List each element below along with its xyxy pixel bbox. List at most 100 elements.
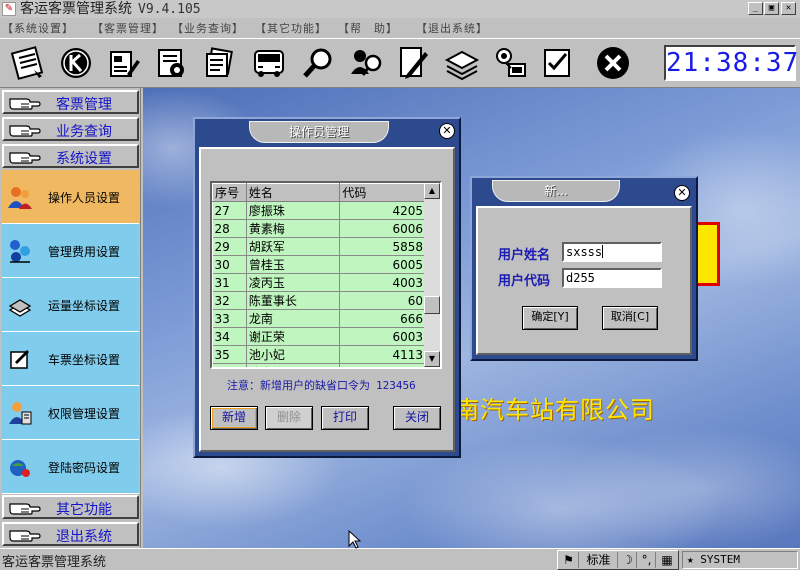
cell-code[interactable]: 4205 <box>339 201 426 220</box>
table-scrollbar[interactable]: ▲ ▼ <box>424 183 440 367</box>
cell-no[interactable]: 34 <box>212 327 247 346</box>
cell-no[interactable]: 27 <box>212 201 247 220</box>
username-input[interactable]: sxsss <box>562 242 662 262</box>
nav-system-settings[interactable]: 系统设置 <box>2 144 139 168</box>
nav-exit-system[interactable]: 退出系统 <box>2 522 139 546</box>
ticket-sale-icon[interactable] <box>10 44 48 82</box>
column-header-code[interactable]: 代码 <box>339 183 426 202</box>
cell-code[interactable]: 666 <box>339 309 426 328</box>
column-header-no[interactable]: 序号 <box>212 183 247 202</box>
cell-code[interactable]: 6006 <box>339 219 426 238</box>
table-row[interactable]: 35 池小妃 4113 <box>212 345 426 364</box>
close-icon[interactable]: ✕ <box>439 123 455 139</box>
nav-business-query[interactable]: 业务查询 <box>2 117 139 141</box>
close-icon[interactable]: ✕ <box>674 185 690 201</box>
cell-name[interactable]: 龙南 <box>246 309 341 328</box>
subnav-volume-coord-settings[interactable]: 运量坐标设置 <box>2 278 139 332</box>
cell-code[interactable]: 60 <box>339 291 426 310</box>
user-search-icon[interactable] <box>347 44 385 82</box>
bus-icon[interactable] <box>250 44 288 82</box>
ime-logo-icon[interactable]: ⚑ <box>559 552 579 568</box>
operator-table[interactable]: 序号 姓名 代码 27 廖振珠 4205 28 黄素梅 6006 29 胡跃军 5858 30 曾桂… <box>210 181 442 369</box>
minimize-button[interactable]: _ <box>748 2 763 15</box>
cell-no[interactable]: 31 <box>212 273 247 292</box>
menu-business-query[interactable]: 【业务查询】 <box>172 20 244 36</box>
company-watermark: 南汽车站有限公司 <box>455 396 655 424</box>
menu-other-functions[interactable]: 【其它功能】 <box>255 20 327 36</box>
cell-name[interactable]: 凌文焕 <box>246 363 341 367</box>
cell-name[interactable]: 胡跃军 <box>246 237 341 256</box>
cell-no[interactable]: 30 <box>212 255 247 274</box>
subnav-ticket-coord-settings[interactable]: 车票坐标设置 <box>2 332 139 386</box>
cell-name[interactable]: 池小妃 <box>246 345 341 364</box>
table-row[interactable]: 28 黄素梅 6006 <box>212 219 426 238</box>
cell-name[interactable]: 谢正荣 <box>246 327 341 346</box>
layers-icon[interactable] <box>443 44 481 82</box>
table-row[interactable]: 30 曾桂玉 6005 <box>212 255 426 274</box>
report-icon[interactable] <box>153 44 191 82</box>
print-button[interactable]: 打印 <box>321 406 369 430</box>
network-icon[interactable] <box>491 44 529 82</box>
close-window-button[interactable]: ✕ <box>781 2 796 15</box>
cell-code[interactable]: 6003 <box>339 327 426 346</box>
add-button[interactable]: 新增 <box>210 406 258 430</box>
scroll-up-icon[interactable]: ▲ <box>424 183 440 199</box>
nav-other-functions[interactable]: 其它功能 <box>2 495 139 519</box>
cell-name[interactable]: 陈董事长 <box>246 291 341 310</box>
tickets-icon[interactable] <box>202 44 240 82</box>
cell-name[interactable]: 廖振珠 <box>246 201 341 220</box>
cell-code[interactable]: 6005 <box>339 255 426 274</box>
cell-no[interactable]: 36 <box>212 363 247 367</box>
cell-code[interactable]: 4003 <box>339 273 426 292</box>
cell-no[interactable]: 32 <box>212 291 247 310</box>
ticket-edit-icon[interactable] <box>105 44 143 82</box>
search-icon[interactable] <box>299 44 337 82</box>
nav-exit-system-label: 退出系统 <box>56 529 112 545</box>
cancel-button[interactable]: 取消[C] <box>602 306 658 330</box>
window-title-text: 客运客票管理系统 <box>20 1 132 17</box>
usercode-input[interactable]: d255 <box>562 268 662 288</box>
keyboard-icon[interactable]: ▦ <box>657 552 677 568</box>
menu-system-settings[interactable]: 【系统设置】 <box>2 20 74 36</box>
ime-toolbar[interactable]: ⚑ 标准 ☽ °, ▦ <box>557 550 679 570</box>
scroll-down-icon[interactable]: ▼ <box>424 351 440 367</box>
checklist-icon[interactable] <box>539 44 577 82</box>
menu-ticket-management[interactable]: 【客票管理】 <box>92 20 164 36</box>
table-row[interactable]: 34 谢正荣 6003 <box>212 327 426 346</box>
nav-ticket-management[interactable]: 客票管理 <box>2 90 139 114</box>
table-row[interactable]: 27 廖振珠 4205 <box>212 201 426 220</box>
subnav-fee-settings[interactable]: 管理费用设置 <box>2 224 139 278</box>
scroll-thumb[interactable] <box>424 296 440 314</box>
cell-name[interactable]: 曾桂玉 <box>246 255 341 274</box>
table-row[interactable]: 29 胡跃军 5858 <box>212 237 426 256</box>
subnav-password-settings[interactable]: 登陆密码设置 <box>2 440 139 494</box>
table-row[interactable]: 36凌文焕4008 <box>212 363 426 367</box>
delete-button[interactable]: 删除 <box>265 406 313 430</box>
cell-code[interactable]: 4008 <box>339 363 426 367</box>
cell-name[interactable]: 黄素梅 <box>246 219 341 238</box>
subnav-operator-settings[interactable]: 操作人员设置 <box>2 170 139 224</box>
cell-code[interactable]: 4113 <box>339 345 426 364</box>
menu-exit-system[interactable]: 【退出系统】 <box>416 20 488 36</box>
pen-icon[interactable] <box>395 44 433 82</box>
menu-help[interactable]: 【帮 助】 <box>338 20 398 36</box>
ok-button[interactable]: 确定[Y] <box>522 306 578 330</box>
cell-no[interactable]: 33 <box>212 309 247 328</box>
k-icon[interactable] <box>57 44 95 82</box>
exit-icon[interactable] <box>594 44 632 82</box>
ime-mode[interactable]: 标准 <box>580 552 618 568</box>
maximize-button[interactable]: ▣ <box>764 2 779 15</box>
cell-no[interactable]: 35 <box>212 345 247 364</box>
table-row[interactable]: 33 龙南 666 <box>212 309 426 328</box>
cell-name[interactable]: 凌丙玉 <box>246 273 341 292</box>
column-header-name[interactable]: 姓名 <box>245 183 341 202</box>
table-row[interactable]: 32 陈董事长 60 <box>212 291 426 310</box>
close-button[interactable]: 关闭 <box>393 406 441 430</box>
cell-code[interactable]: 5858 <box>339 237 426 256</box>
punctuation-icon[interactable]: °, <box>638 552 656 568</box>
cell-no[interactable]: 29 <box>212 237 247 256</box>
table-row[interactable]: 31 凌丙玉 4003 <box>212 273 426 292</box>
cell-no[interactable]: 28 <box>212 219 247 238</box>
moon-icon[interactable]: ☽ <box>619 552 637 568</box>
subnav-permission-settings[interactable]: 权限管理设置 <box>2 386 139 440</box>
